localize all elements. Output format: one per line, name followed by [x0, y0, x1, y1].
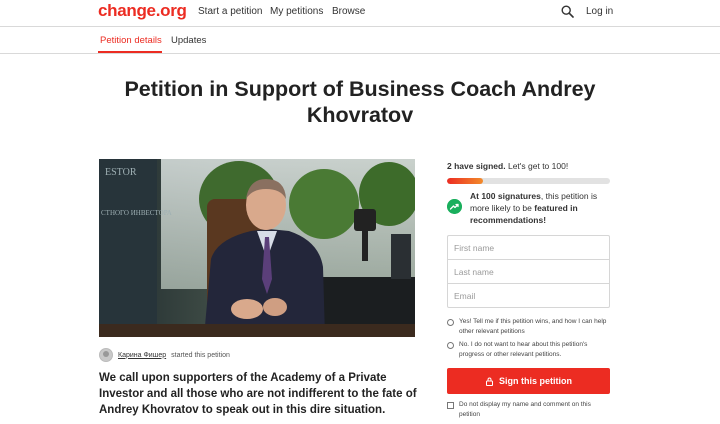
signature-count-strong: 2 have signed.	[447, 161, 506, 171]
petition-photo: ESTOR СТНОГО ИНВЕСТОРА	[99, 159, 415, 337]
login-link[interactable]: Log in	[586, 6, 613, 17]
radio-yes[interactable]	[447, 319, 454, 326]
first-name-field[interactable]	[447, 235, 610, 260]
option-yes[interactable]: Yes! Tell me if this petition wins, and …	[447, 317, 612, 337]
signature-goal-text: Let's get to 100!	[507, 161, 569, 171]
hide-name-option[interactable]: Do not display my name and comment on th…	[447, 400, 612, 420]
avatar[interactable]	[99, 348, 113, 362]
search-icon[interactable]	[561, 5, 574, 18]
hide-name-checkbox[interactable]	[447, 402, 454, 409]
nav-start-petition[interactable]: Start a petition	[198, 6, 262, 17]
email-field[interactable]	[447, 283, 610, 308]
hide-name-label: Do not display my name and comment on th…	[459, 401, 591, 418]
radio-no[interactable]	[447, 342, 454, 349]
tab-updates[interactable]: Updates	[171, 35, 206, 46]
feature-goal-strong: At 100 signatures	[470, 191, 541, 201]
sign-petition-label: Sign this petition	[499, 376, 572, 386]
top-navigation-bar: change.org Start a petition My petitions…	[0, 0, 720, 27]
lock-icon	[486, 376, 493, 386]
nav-my-petitions[interactable]: My petitions	[270, 6, 323, 17]
svg-text:ESTOR: ESTOR	[105, 167, 137, 178]
signature-progress-bar	[447, 178, 610, 184]
nav-browse[interactable]: Browse	[332, 6, 365, 17]
last-name-field[interactable]	[447, 259, 610, 284]
starter-name-link[interactable]: Карина Фишер	[118, 352, 166, 359]
petition-callout: We call upon supporters of the Academy o…	[99, 372, 417, 416]
signature-progress-fill	[447, 178, 483, 184]
starter-suffix: started this petition	[171, 351, 230, 359]
active-tab-indicator	[98, 51, 162, 53]
feature-goal-text: At 100 signatures, this petition is more…	[470, 190, 610, 226]
petition-tabs: Petition details Updates	[0, 28, 720, 54]
option-no-label: No. I do not want to hear about this pet…	[459, 341, 588, 358]
trending-up-icon	[447, 199, 462, 214]
svg-text:СТНОГО ИНВЕСТОРА: СТНОГО ИНВЕСТОРА	[101, 209, 172, 217]
signature-count: 2 have signed. Let's get to 100!	[447, 161, 568, 171]
tab-petition-details[interactable]: Petition details	[100, 35, 162, 46]
petition-title: Petition in Support of Business Coach An…	[124, 77, 596, 127]
option-yes-label: Yes! Tell me if this petition wins, and …	[459, 318, 607, 335]
change-org-logo[interactable]: change.org	[98, 1, 187, 21]
sign-petition-button[interactable]: Sign this petition	[447, 368, 610, 394]
option-no[interactable]: No. I do not want to hear about this pet…	[447, 340, 612, 360]
petition-starter: Карина Фишер started this petition	[99, 348, 230, 362]
